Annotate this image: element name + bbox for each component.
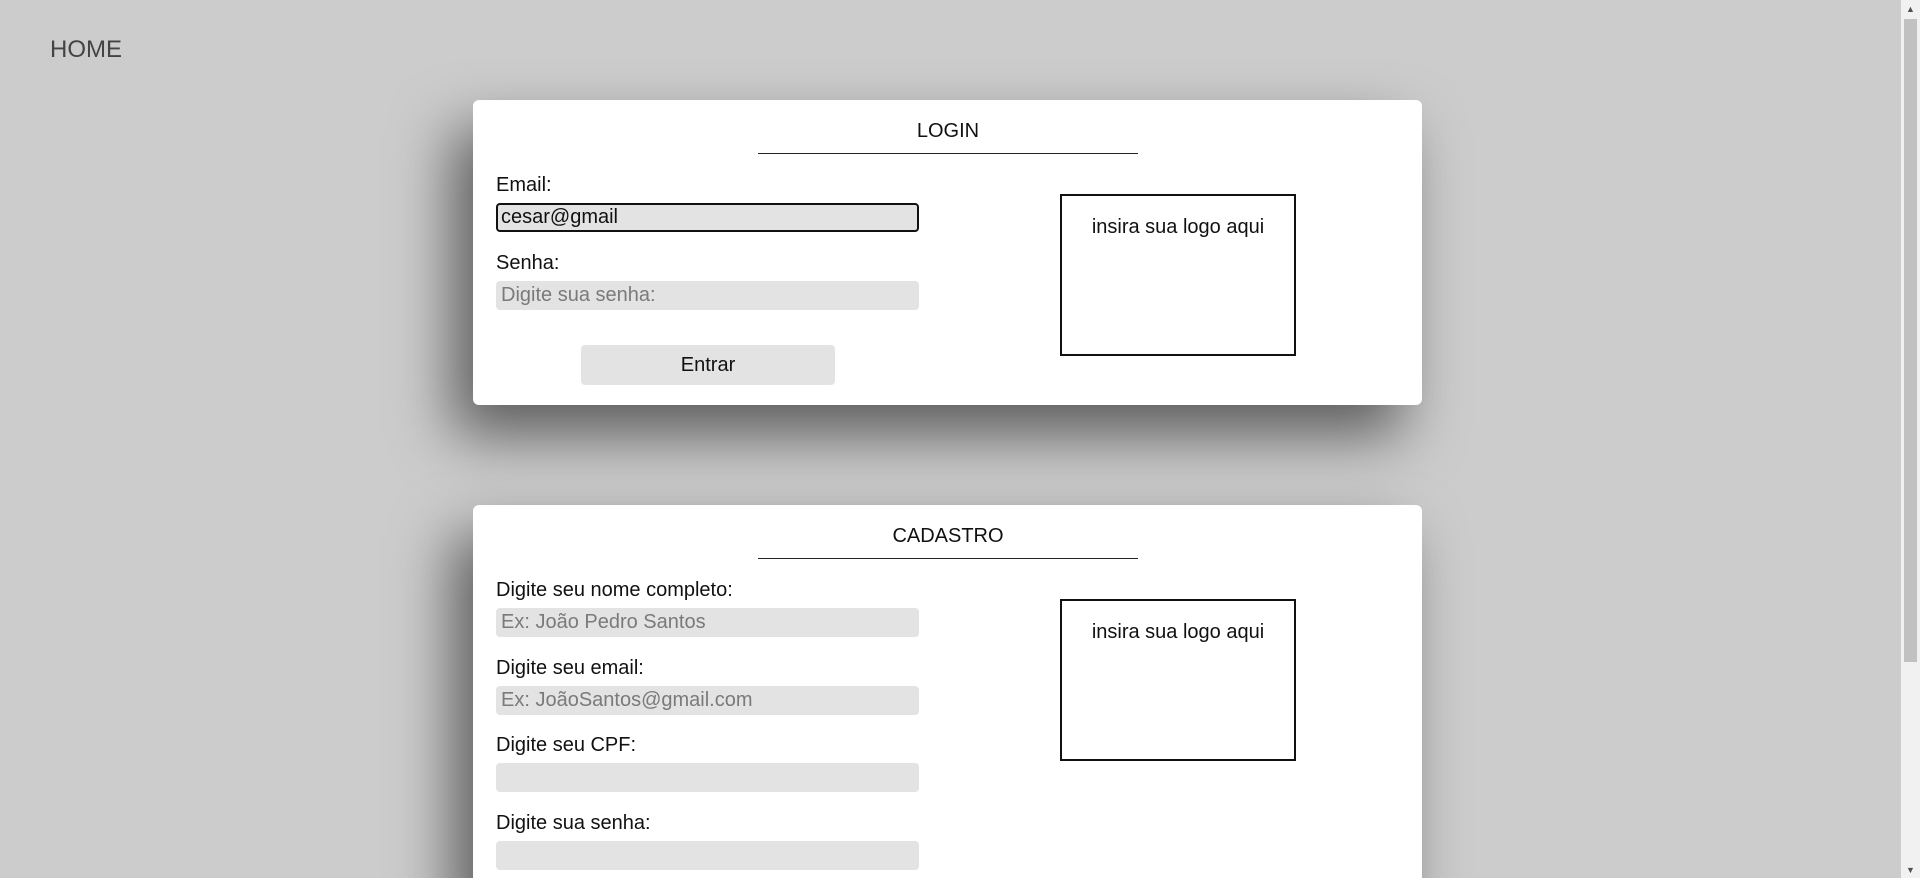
signup-logo-text: insira sua logo aqui [1091,621,1265,643]
login-logo-text: insira sua logo aqui [1091,216,1265,238]
signup-password-input[interactable] [496,841,919,870]
signup-email-input[interactable] [496,686,919,715]
page: HOME LOGIN Email: Senha: Entrar insira s… [0,0,1920,878]
login-card: LOGIN Email: Senha: Entrar insira sua lo… [473,100,1422,405]
chevron-up-icon[interactable]: ▲ [1901,0,1920,17]
chevron-down-icon[interactable]: ▼ [1901,861,1920,878]
signup-password-label: Digite sua senha: [496,812,651,834]
signup-name-input[interactable] [496,608,919,637]
login-password-input[interactable] [496,281,919,310]
login-submit-button[interactable]: Entrar [581,345,835,385]
login-title: LOGIN [758,120,1138,154]
signup-logo-placeholder: insira sua logo aqui [1060,599,1296,761]
vertical-scrollbar[interactable]: ▲ ▼ [1901,0,1920,878]
login-password-label: Senha: [496,252,560,274]
signup-card: CADASTRO Digite seu nome completo: Digit… [473,505,1422,878]
home-link[interactable]: HOME [50,36,122,64]
login-email-label: Email: [496,174,552,196]
scrollbar-thumb[interactable] [1904,19,1917,662]
login-logo-placeholder: insira sua logo aqui [1060,194,1296,356]
signup-email-label: Digite seu email: [496,657,644,679]
signup-title: CADASTRO [758,525,1138,559]
signup-cpf-input[interactable] [496,763,919,792]
login-email-input[interactable] [496,203,919,232]
signup-name-label: Digite seu nome completo: [496,579,733,601]
signup-cpf-label: Digite seu CPF: [496,734,637,756]
